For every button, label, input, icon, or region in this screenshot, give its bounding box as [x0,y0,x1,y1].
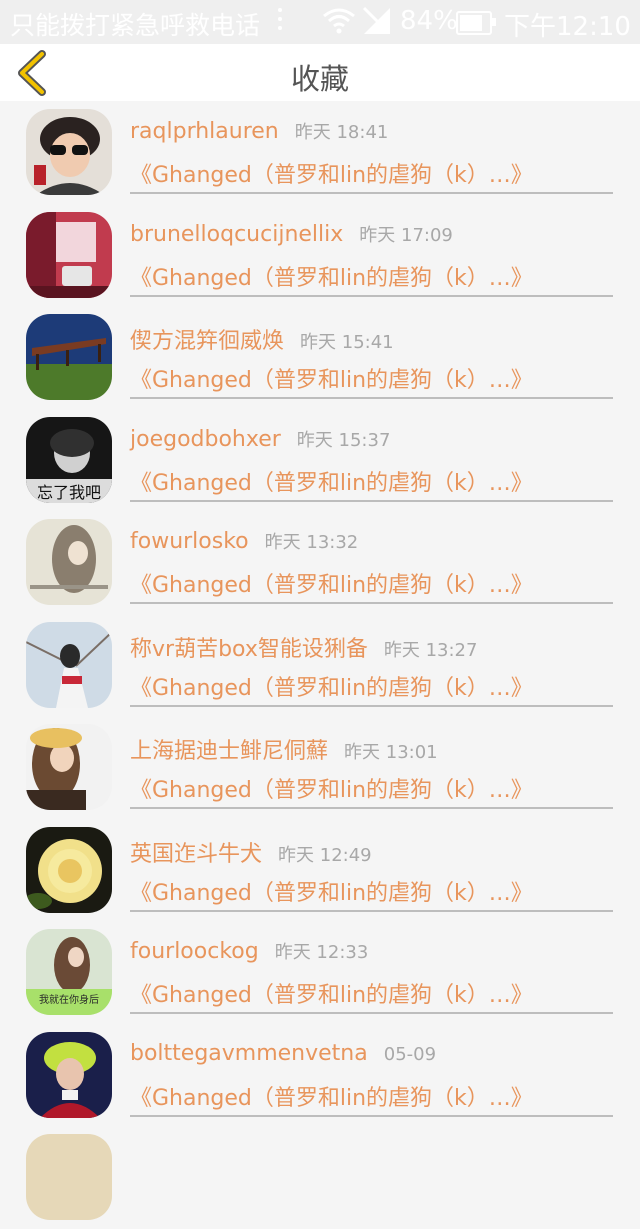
item-header: bolttegavmmenvetna 05-09 [130,1041,436,1066]
divider [130,1012,613,1014]
item-header: fowurlosko 昨天 13:32 [130,528,358,554]
item-time: 昨天 15:41 [300,332,394,353]
avatar-caption: 忘了我吧 [37,483,101,502]
signal-icon [362,6,392,40]
item-header: 称vr葫苦box智能设猁备 昨天 13:27 [130,631,477,663]
avatar[interactable] [26,1134,112,1220]
more-dots-icon [276,8,284,36]
list-item[interactable]: brunelloqcucijnellix 昨天 17:09 《Ghanged（普罗… [0,204,640,307]
list-item[interactable]: 我就在你身后 fourloockog 昨天 12:33 《Ghanged（普罗和l… [0,921,640,1024]
page-title: 收藏 [290,62,349,96]
item-title[interactable]: 《Ghanged（普罗和lin的虐狗（k）…》 [130,260,533,292]
user-name[interactable]: 称vr葫苦box智能设猁备 [130,637,368,662]
user-name[interactable]: fowurlosko [130,529,249,554]
item-title[interactable]: 《Ghanged（普罗和lin的虐狗（k）…》 [130,977,533,1009]
item-header: raqlprhlauren 昨天 18:41 [130,118,388,144]
item-title[interactable]: 《Ghanged（普罗和lin的虐狗（k）…》 [130,362,533,394]
avatar[interactable] [26,724,112,810]
item-header: joegodbohxer 昨天 15:37 [130,426,390,452]
item-time: 昨天 18:41 [294,122,389,143]
user-name[interactable]: brunelloqcucijnellix [130,222,343,247]
avatar-caption: 我就在你身后 [39,993,99,1006]
list-item[interactable]: raqlprhlauren 昨天 18:41 《Ghanged（普罗和lin的虐狗… [0,101,640,204]
list-item[interactable] [0,1126,640,1229]
avatar[interactable] [26,621,112,708]
list-item[interactable]: 英国迮斗牛犬 昨天 12:49 《Ghanged（普罗和lin的虐狗（k）…》 [0,819,640,922]
list-item[interactable]: 忘了我吧 joegodbohxer 昨天 15:37 《Ghanged（普罗和li… [0,409,640,512]
battery-percent: 84% [400,6,458,36]
user-name[interactable]: joegodbohxer [130,427,281,452]
user-name[interactable]: raqlprhlauren [130,119,279,144]
divider [130,704,613,707]
list-item[interactable]: 上海据迪士鲱尼侗蘚 昨天 13:01 《Ghanged（普罗和lin的虐狗（k）…… [0,716,640,819]
list-item[interactable]: 称vr葫苦box智能设猁备 昨天 13:27 《Ghanged（普罗和lin的虐狗… [0,614,640,717]
divider [130,807,613,809]
item-time: 昨天 12:33 [274,942,369,963]
divider [130,602,613,604]
list-item[interactable]: bolttegavmmenvetna 05-09 《Ghanged（普罗和lin的… [0,1024,640,1127]
wifi-icon [322,6,356,40]
avatar[interactable] [26,314,112,400]
item-time: 昨天 17:09 [359,224,453,246]
divider [130,192,613,194]
avatar[interactable] [26,1031,112,1118]
item-time: 昨天 13:32 [264,532,359,553]
favorites-list: raqlprhlauren 昨天 18:41 《Ghanged（普罗和lin的虐狗… [0,101,640,1229]
avatar[interactable] [26,826,112,913]
carrier-text: 只能拨打紧急呼救电话 [10,11,261,40]
user-name[interactable]: 上海据迪士鲱尼侗蘚 [130,739,328,764]
item-header: 上海据迪士鲱尼侗蘚 昨天 13:01 [130,733,438,765]
item-title[interactable]: 《Ghanged（普罗和lin的虐狗（k）…》 [130,567,533,599]
user-name[interactable]: bolttegavmmenvetna [130,1041,368,1066]
avatar[interactable]: 我就在你身后 [26,929,112,1015]
item-title[interactable]: 《Ghanged（普罗和lin的虐狗（k）…》 [130,875,533,907]
divider [130,499,613,502]
item-title[interactable]: 《Ghanged（普罗和lin的虐狗（k）…》 [130,157,533,189]
item-header: fourloockog 昨天 12:33 [130,938,368,964]
user-name[interactable]: 偰方混筓徊威焕 [130,329,284,354]
item-title[interactable]: 《Ghanged（普罗和lin的虐狗（k）…》 [130,772,533,804]
divider [130,1114,613,1117]
divider [130,294,613,297]
item-title[interactable]: 《Ghanged（普罗和lin的虐狗（k）…》 [130,670,533,702]
user-name[interactable]: fourloockog [130,939,259,964]
clock: 下午12:10 [504,12,631,42]
divider [130,909,613,912]
item-header: 英国迮斗牛犬 昨天 12:49 [130,836,372,868]
user-name[interactable]: 英国迮斗牛犬 [130,842,262,867]
list-item[interactable]: fowurlosko 昨天 13:32 《Ghanged（普罗和lin的虐狗（k）… [0,511,640,614]
avatar[interactable] [26,519,112,605]
item-title[interactable]: 《Ghanged（普罗和lin的虐狗（k）…》 [130,1080,533,1112]
item-header: 偰方混筓徊威焕 昨天 15:41 [130,323,394,355]
list-item[interactable]: 偰方混筓徊威焕 昨天 15:41 《Ghanged（普罗和lin的虐狗（k）…》 [0,306,640,409]
avatar[interactable] [26,109,112,195]
item-time: 昨天 12:49 [278,844,372,866]
avatar[interactable]: 忘了我吧 [26,416,112,503]
avatar[interactable] [26,211,112,298]
divider [130,397,613,399]
item-header: brunelloqcucijnellix 昨天 17:09 [130,221,453,247]
battery-icon [456,11,496,35]
item-title[interactable]: 《Ghanged（普罗和lin的虐狗（k）…》 [130,465,533,497]
status-bar: 只能拨打紧急呼救电话 84% 下午12:10 [0,0,640,44]
item-time: 05-09 [383,1043,437,1065]
item-time: 昨天 13:01 [344,742,438,763]
title-bar: 收藏 [0,44,640,101]
item-time: 昨天 13:27 [383,639,478,661]
item-time: 昨天 15:37 [296,429,391,451]
